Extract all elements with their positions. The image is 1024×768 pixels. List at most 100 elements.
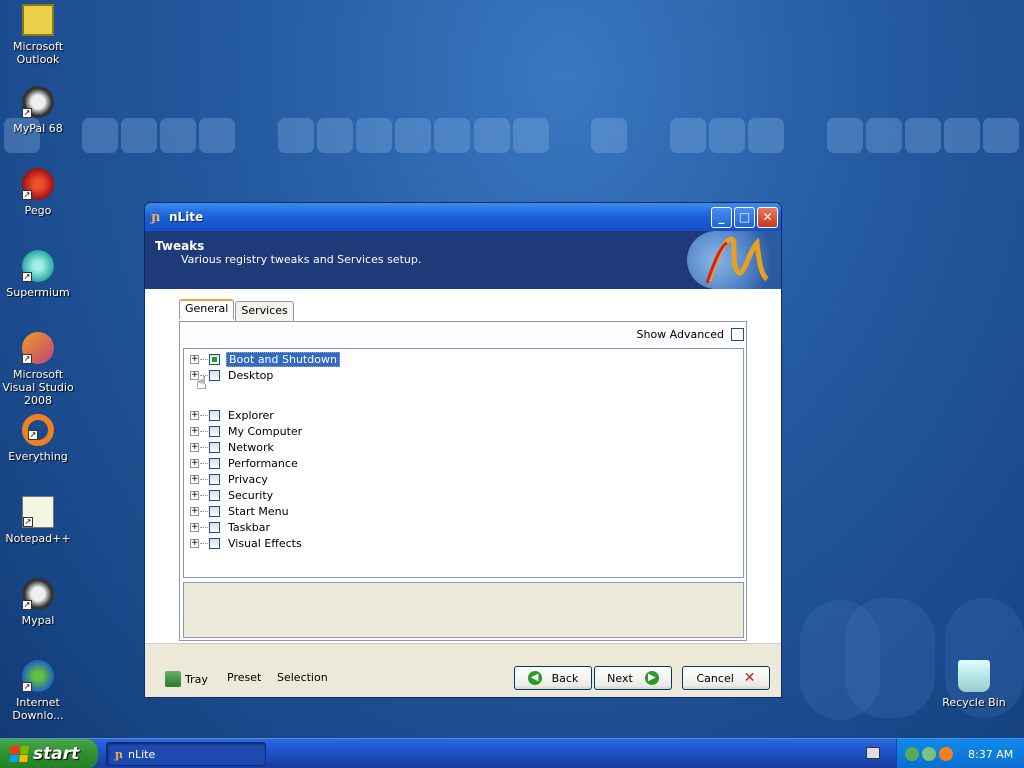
recycle-bin-icon xyxy=(958,660,990,692)
expand-icon[interactable]: + xyxy=(190,538,199,548)
system-tray: 8:37 AM xyxy=(896,739,1024,768)
preset-label: Preset xyxy=(227,671,262,684)
tree-checkbox[interactable] xyxy=(209,425,220,437)
keyboard-icon[interactable] xyxy=(866,747,880,759)
tree-item-taskbar[interactable]: + Taskbar xyxy=(190,519,272,535)
nlite-logo-icon: ɲ xyxy=(115,747,123,761)
tree-item-security[interactable]: + Security xyxy=(190,487,275,503)
next-button[interactable]: Next ▶ xyxy=(594,666,672,690)
preset-button[interactable]: Preset xyxy=(227,671,261,684)
visual-studio-icon: ↗ xyxy=(22,332,54,364)
back-arrow-icon: ◀ xyxy=(527,671,542,685)
tree-item-label: Performance xyxy=(228,456,298,470)
desktop-icon-mypal[interactable]: ↗ Mypal xyxy=(0,578,78,627)
desktop-icon-label: Pego xyxy=(24,204,52,217)
desktop-icon-supermium[interactable]: ↗ Supermium xyxy=(0,250,78,299)
tree-checkbox[interactable] xyxy=(209,369,220,381)
desktop-icon-visual-studio[interactable]: ↗ Microsoft Visual Studio 2008 xyxy=(0,332,78,407)
tray-label: Tray xyxy=(185,672,208,686)
tree-item-boot-and-shutdown[interactable]: + Boot and Shutdown xyxy=(190,351,340,367)
tree-item-label: Desktop xyxy=(228,368,274,382)
show-advanced[interactable]: Show Advanced xyxy=(636,328,744,341)
desktop-decoration xyxy=(0,118,1024,154)
expand-icon[interactable]: + xyxy=(190,506,199,516)
start-button[interactable]: start xyxy=(0,739,98,768)
notepadpp-icon: ↗ xyxy=(22,496,54,528)
expand-icon[interactable]: + xyxy=(190,354,199,364)
desktop-icon-label: Microsoft Visual Studio 2008 xyxy=(2,368,74,407)
start-label: start xyxy=(33,744,80,764)
tray-button[interactable]: Tray xyxy=(165,671,208,687)
tree-item-label: Explorer xyxy=(228,408,274,422)
tree-checkbox[interactable] xyxy=(209,409,220,421)
tree-item-performance[interactable]: + Performance xyxy=(190,455,300,471)
network-icon[interactable] xyxy=(905,747,919,761)
cancel-button[interactable]: Cancel ✕ xyxy=(682,666,770,690)
window-titlebar[interactable]: ɲ nLite _ □ ✕ xyxy=(145,203,781,231)
search-icon[interactable] xyxy=(939,747,953,761)
back-button[interactable]: ◀ Back xyxy=(514,666,592,690)
minimize-button[interactable]: _ xyxy=(711,207,732,228)
clock[interactable]: 8:37 AM xyxy=(968,748,1013,761)
tree-item-start-menu[interactable]: + Start Menu xyxy=(190,503,291,519)
expand-icon[interactable]: + xyxy=(190,442,199,452)
tree-item-label: Visual Effects xyxy=(228,536,302,550)
mypal-icon: ↗ xyxy=(22,86,54,118)
sync-icon[interactable] xyxy=(922,747,936,761)
tree-item-label: Security xyxy=(228,488,274,502)
supermium-icon: ↗ xyxy=(22,250,54,282)
show-advanced-checkbox[interactable] xyxy=(731,328,744,341)
desktop-icon-pego[interactable]: ↗ Pego xyxy=(0,168,78,217)
desktop-icon-label: Supermium xyxy=(6,286,70,299)
desktop-icon-recycle-bin[interactable]: Recycle Bin xyxy=(934,660,1014,709)
expand-icon[interactable]: + xyxy=(190,522,199,532)
tree-checkbox[interactable] xyxy=(209,537,220,549)
tab-general[interactable]: General xyxy=(179,299,235,319)
tree-item-visual-effects[interactable]: + Visual Effects xyxy=(190,535,304,551)
tree-item-label: Network xyxy=(228,440,274,454)
desktop-icon-internet-download[interactable]: ↗ Internet Downlo... xyxy=(0,660,78,722)
expand-icon[interactable]: + xyxy=(190,458,199,468)
wizard-header: Tweaks Various registry tweaks and Servi… xyxy=(145,231,781,289)
desktop-icon-label: Mypal xyxy=(21,614,55,627)
tree-item-network[interactable]: + Network xyxy=(190,439,276,455)
expand-icon[interactable]: + xyxy=(190,410,199,420)
tree-checkbox[interactable] xyxy=(209,457,220,469)
tree-item-explorer[interactable]: + Explorer xyxy=(190,407,276,423)
desktop-icon-label: Everything xyxy=(8,450,68,463)
tree-item-label: Start Menu xyxy=(228,504,289,518)
tree-checkbox[interactable] xyxy=(209,505,220,517)
mypal-icon: ↗ xyxy=(22,578,54,610)
close-button[interactable]: ✕ xyxy=(757,207,778,228)
cancel-x-icon: ✕ xyxy=(743,670,756,686)
desktop-icon-label: MyPal 68 xyxy=(13,122,63,135)
page-subtitle: Various registry tweaks and Services set… xyxy=(181,253,422,266)
desktop-icon-everything[interactable]: ↗ Everything xyxy=(0,414,78,463)
tree-checkbox[interactable] xyxy=(209,521,220,533)
tree-item-label: My Computer xyxy=(228,424,303,438)
tree-item-my-computer[interactable]: + My Computer xyxy=(190,423,304,439)
expand-icon[interactable]: + xyxy=(190,474,199,484)
tree-checkbox[interactable] xyxy=(209,473,220,485)
desktop-icon-notepadpp[interactable]: ↗ Notepad++ xyxy=(0,496,78,545)
tree-item-privacy[interactable]: + Privacy xyxy=(190,471,270,487)
desktop-decoration-shape xyxy=(845,598,935,718)
tray-icon xyxy=(165,671,181,687)
maximize-button[interactable]: □ xyxy=(734,207,755,228)
desktop-icon-label: Notepad++ xyxy=(5,532,71,545)
selection-label: Selection xyxy=(277,671,328,684)
taskbar-item-nlite[interactable]: ɲ nLite xyxy=(106,742,266,766)
desktop-icon-mypal-68[interactable]: ↗ MyPal 68 xyxy=(0,86,78,135)
selection-button[interactable]: Selection xyxy=(277,671,328,684)
pego-icon: ↗ xyxy=(22,168,54,200)
expand-icon[interactable]: + xyxy=(190,490,199,500)
tree-checkbox[interactable] xyxy=(209,441,220,453)
wizard-footer: Tray Preset Selection ◀ Back Next ▶ Canc… xyxy=(145,643,781,697)
back-label: Back xyxy=(551,671,579,685)
tab-services[interactable]: Services xyxy=(235,301,294,321)
desktop-icon-outlook[interactable]: Microsoft Outlook xyxy=(0,4,78,66)
expand-icon[interactable]: + xyxy=(190,426,199,436)
tree-checkbox[interactable] xyxy=(209,353,220,365)
next-label: Next xyxy=(607,671,633,685)
tree-checkbox[interactable] xyxy=(209,489,220,501)
